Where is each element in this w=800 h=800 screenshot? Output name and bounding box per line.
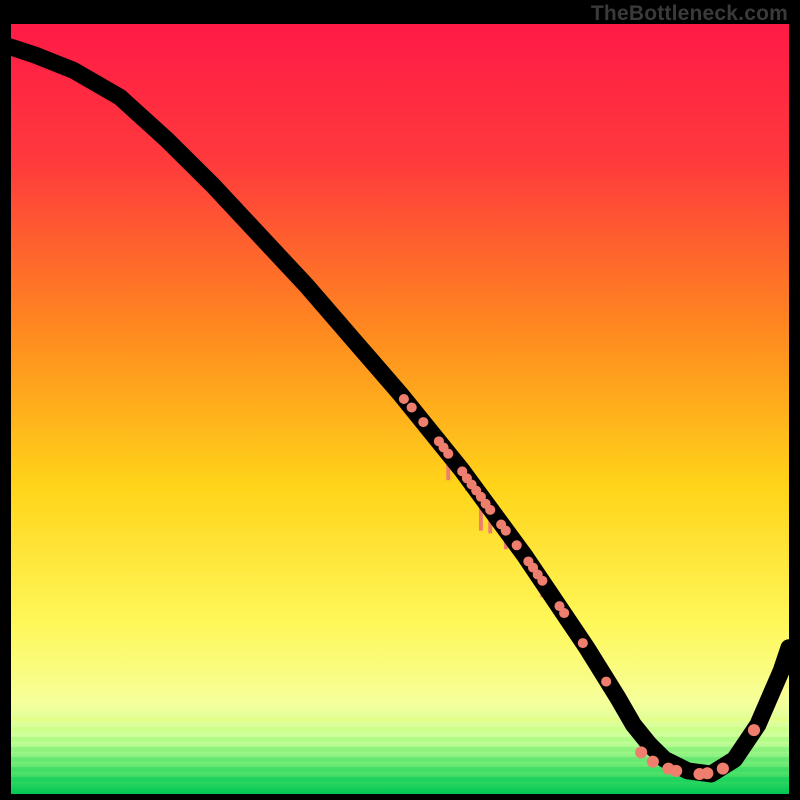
attribution-text: TheBottleneck.com [591, 2, 788, 26]
bottleneck-curve-path [11, 47, 789, 774]
marker-dot [647, 756, 659, 768]
marker-dot [717, 763, 729, 775]
plot-frame [11, 24, 789, 794]
chart-stage: TheBottleneck.com [0, 0, 800, 800]
marker-dot [418, 417, 428, 427]
marker-dot [635, 746, 647, 758]
marker-dot [537, 576, 547, 586]
marker-dot [512, 540, 522, 550]
marker-dot [601, 677, 611, 687]
marker-dot [701, 767, 713, 779]
marker-dot [399, 394, 409, 404]
marker-dot [407, 402, 417, 412]
marker-dot [485, 505, 495, 515]
marker-dot [443, 449, 453, 459]
curve-layer [11, 24, 789, 794]
marker-dot [748, 724, 760, 736]
marker-dot [670, 765, 682, 777]
marker-dot [559, 608, 569, 618]
marker-dot [501, 526, 511, 536]
marker-dot [578, 638, 588, 648]
